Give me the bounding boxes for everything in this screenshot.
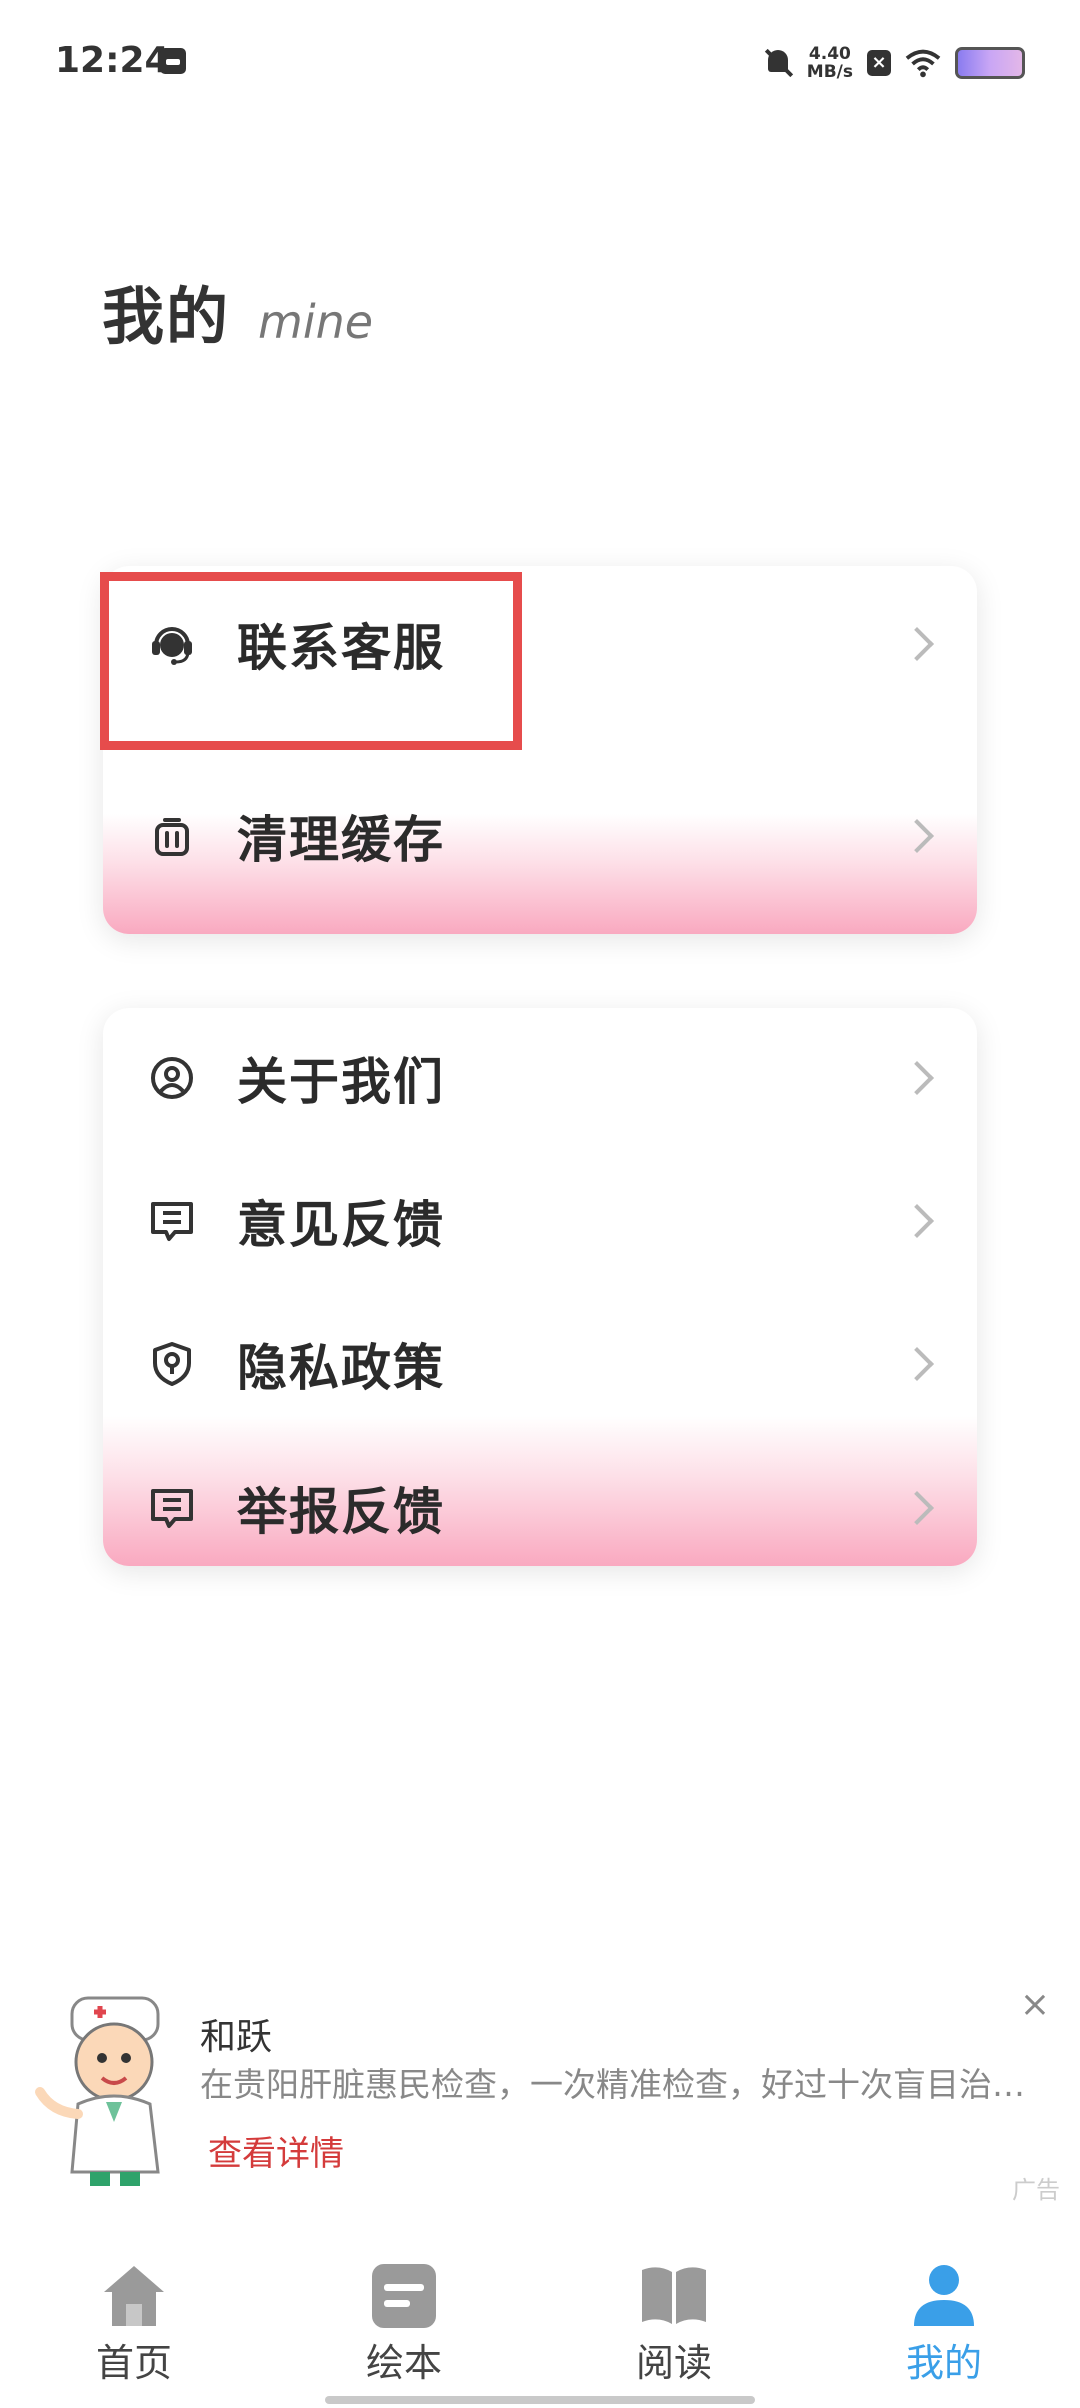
mute-bell-icon [763, 46, 793, 80]
network-speed: 4.40 MB/s [807, 45, 853, 81]
ad-tag: 广告 [1012, 2176, 1060, 2204]
tab-label: 我的 [905, 2341, 982, 2385]
battery-icon [955, 47, 1025, 79]
wifi-icon [905, 49, 941, 78]
network-speed-unit: MB/s [806, 62, 853, 82]
menu-item-report-feedback[interactable]: 举报反馈 [103, 1438, 977, 1566]
ad-banner[interactable]: 和跃 在贵阳肝脏惠民检查，一次精准检查，好过十次盲目治… 查看详情 × 广告 [0, 1952, 1080, 2204]
network-speed-value: 4.40 [808, 44, 851, 64]
page-title: 我的 mine [102, 266, 373, 356]
menu-item-label: 清理缓存 [237, 811, 445, 869]
menu-item-feedback[interactable]: 意见反馈 [103, 1151, 977, 1291]
close-icon[interactable]: × [1020, 1984, 1050, 2025]
tab-mine[interactable]: 我的 [844, 2260, 1044, 2387]
ad-brand: 和跃 [200, 2017, 273, 2058]
no-sim-icon: × [867, 50, 891, 76]
chevron-right-icon [900, 1061, 934, 1095]
chevron-right-icon [900, 1204, 934, 1238]
sim-card-icon [160, 48, 186, 74]
doctor-avatar-icon [32, 1992, 192, 2192]
page-title-text: 我的 [102, 280, 231, 353]
menu-item-label: 关于我们 [237, 1053, 445, 1111]
status-time: 12:24 [55, 40, 170, 81]
chevron-right-icon [900, 1491, 934, 1525]
tab-label: 阅读 [635, 2341, 712, 2385]
trash-icon [149, 813, 195, 859]
menu-item-privacy-policy[interactable]: 隐私政策 [103, 1294, 977, 1434]
ad-description: 在贵阳肝脏惠民检查，一次精准检查，好过十次盲目治… [200, 2065, 1025, 2104]
home-icon [98, 2260, 170, 2332]
tab-label: 绘本 [365, 2341, 442, 2385]
picture-book-icon [368, 2260, 440, 2332]
tab-home[interactable]: 首页 [34, 2260, 234, 2387]
menu-item-about-us[interactable]: 关于我们 [103, 1008, 977, 1148]
menu-item-label: 举报反馈 [237, 1483, 445, 1541]
chevron-right-icon [900, 819, 934, 853]
person-icon [908, 2260, 980, 2332]
ad-view-details-link[interactable]: 查看详情 [208, 2126, 344, 2175]
status-icons: 4.40 MB/s × [763, 40, 1025, 86]
menu-item-label: 隐私政策 [237, 1339, 445, 1397]
tab-picture-book[interactable]: 绘本 [304, 2260, 504, 2387]
menu-item-clear-cache[interactable]: 清理缓存 [103, 766, 977, 906]
chevron-right-icon [900, 627, 934, 661]
message-icon [149, 1198, 195, 1244]
status-bar: 12:24 4.40 MB/s × [0, 0, 1080, 128]
book-icon [638, 2260, 710, 2332]
shield-icon [149, 1341, 195, 1387]
page-subtitle: mine [258, 295, 374, 349]
chevron-right-icon [900, 1347, 934, 1381]
highlight-box [100, 572, 522, 750]
tab-reading[interactable]: 阅读 [574, 2260, 774, 2387]
user-circle-icon [149, 1055, 195, 1101]
message-icon [149, 1485, 195, 1531]
tab-label: 首页 [95, 2341, 172, 2385]
home-indicator[interactable] [325, 2396, 755, 2404]
menu-card-info: 关于我们 意见反馈 隐私政策 举报反馈 [103, 1008, 977, 1566]
bottom-tab-bar: 首页 绘本 阅读 我的 [0, 2240, 1080, 2408]
menu-item-label: 意见反馈 [237, 1196, 445, 1254]
